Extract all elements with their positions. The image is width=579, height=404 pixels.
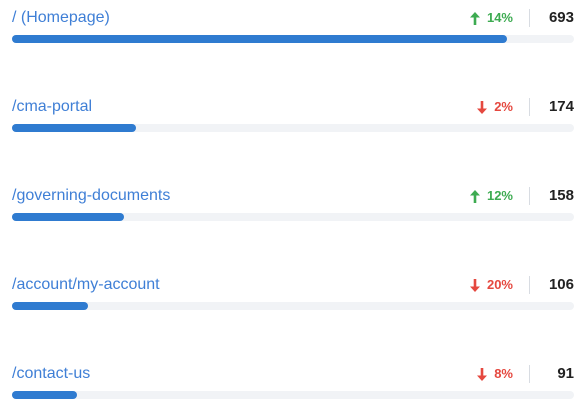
row-stats: 20% 106	[469, 275, 574, 295]
divider	[529, 98, 530, 116]
change-percent: 8%	[494, 366, 513, 381]
divider	[529, 276, 530, 294]
trend-indicator: 20%	[469, 275, 513, 295]
page-path-link[interactable]: /contact-us	[12, 364, 90, 384]
list-item: /account/my-account 20% 106	[12, 275, 574, 315]
change-percent: 20%	[486, 277, 513, 292]
change-percent: 12%	[486, 188, 513, 203]
page-path-link[interactable]: /governing-documents	[12, 186, 170, 206]
row-stats: 8% 91	[477, 364, 574, 384]
trend-indicator: 8%	[477, 364, 513, 384]
progress-bar-track	[12, 35, 574, 43]
progress-bar-fill	[12, 35, 507, 43]
arrow-up-icon	[469, 11, 480, 25]
list-item: /governing-documents 12% 158	[12, 186, 574, 226]
list-item: / (Homepage) 14% 693	[12, 8, 574, 48]
trend-indicator: 12%	[469, 186, 513, 206]
page-path-link[interactable]: /cma-portal	[12, 97, 92, 117]
trend-indicator: 2%	[477, 97, 513, 117]
view-count: 91	[557, 365, 574, 382]
arrow-down-icon	[469, 278, 480, 292]
divider	[529, 187, 530, 205]
row-stats: 2% 174	[477, 97, 574, 117]
progress-bar-fill	[12, 213, 125, 221]
progress-bar-track	[12, 213, 574, 221]
change-percent: 14%	[486, 10, 513, 25]
divider	[529, 365, 530, 383]
trend-indicator: 14%	[469, 8, 513, 28]
row-stats: 14% 693	[469, 8, 574, 28]
row-stats: 12% 158	[469, 186, 574, 206]
page-path-link[interactable]: /account/my-account	[12, 275, 160, 295]
progress-bar-fill	[12, 124, 136, 132]
arrow-down-icon	[477, 100, 488, 114]
progress-bar-track	[12, 391, 574, 399]
page-path-link[interactable]: / (Homepage)	[12, 8, 110, 28]
view-count: 106	[548, 276, 574, 293]
arrow-down-icon	[477, 367, 488, 381]
view-count: 158	[548, 187, 574, 204]
progress-bar-track	[12, 302, 574, 310]
arrow-up-icon	[469, 189, 480, 203]
view-count: 693	[548, 9, 574, 26]
progress-bar-fill	[12, 302, 88, 310]
change-percent: 2%	[494, 99, 513, 114]
divider	[529, 9, 530, 27]
list-item: /contact-us 8% 91	[12, 364, 574, 404]
progress-bar-fill	[12, 391, 77, 399]
list-item: /cma-portal 2% 174	[12, 97, 574, 137]
view-count: 174	[548, 98, 574, 115]
top-pages-list: / (Homepage) 14% 693 /cma-portal 2% 174	[0, 0, 579, 404]
progress-bar-track	[12, 124, 574, 132]
